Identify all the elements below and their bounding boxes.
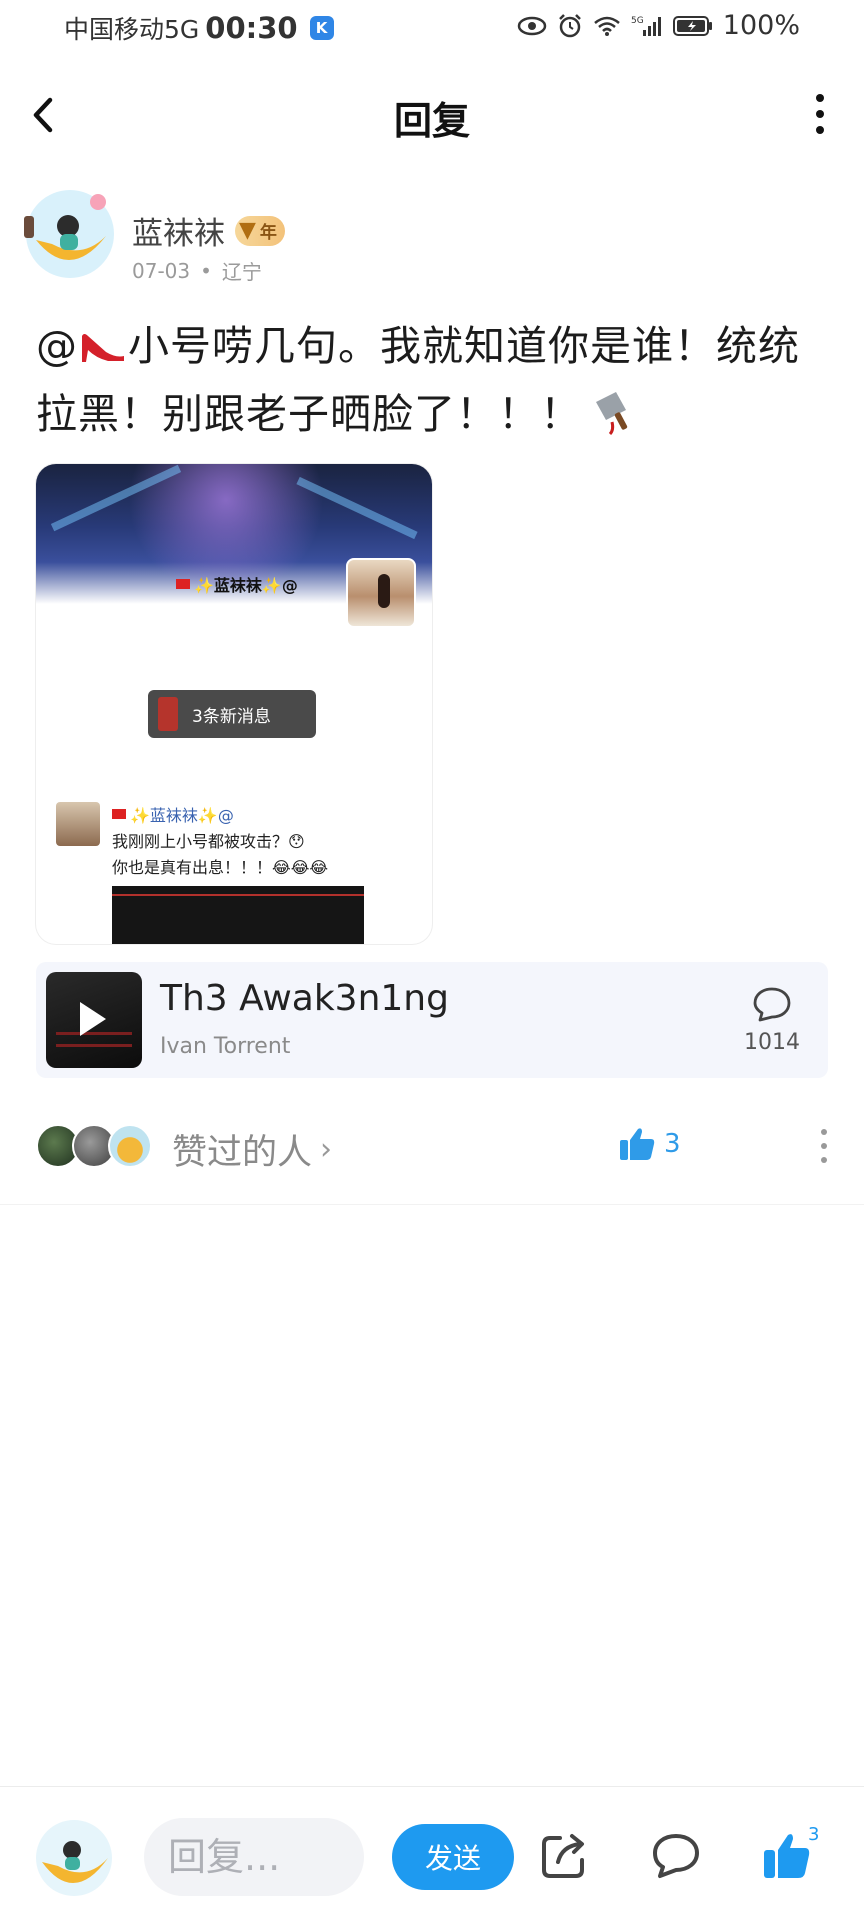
post-image[interactable]: ✨蓝袜袜✨@ 3条新消息 ✨蓝袜袜✨@ 我刚刚上小号都被攻击？😯 你也是真有出息… (36, 464, 432, 944)
image-video-preview (112, 886, 364, 944)
image-chat-line: 你也是真有出息！！！😂😂😂 (112, 858, 329, 877)
author-avatar[interactable] (22, 186, 118, 282)
bottom-action-bar: 发送 3 (0, 1788, 864, 1920)
image-group-title: ✨蓝袜袜✨@ (176, 572, 298, 596)
bottom-bar-divider (0, 1786, 864, 1787)
vip-v-icon: ▼ (239, 218, 256, 243)
post-text: @ 小号唠几句。我就知道你是谁！统统拉黑！别跟老子晒脸了！！！ (36, 312, 836, 448)
thumbs-up-icon[interactable] (760, 1830, 812, 1882)
battery-percent: 100% (722, 10, 800, 41)
play-icon[interactable] (80, 1002, 106, 1036)
section-divider (0, 1204, 864, 1205)
new-messages-label: 3条新消息 (192, 706, 271, 727)
vip-label: 年 (259, 223, 277, 243)
bottom-like-count: 3 (808, 1824, 820, 1845)
vip-badge: ▼ 年 (235, 215, 285, 246)
post-location: 辽宁 (221, 260, 262, 284)
music-comment-count: 1014 (744, 1030, 800, 1055)
post-body: 小号唠几句。我就知道你是谁！统统拉黑！别跟老子晒脸了！！！ (36, 322, 800, 438)
comment-icon[interactable] (650, 1830, 702, 1882)
battery-icon (672, 15, 712, 36)
eye-icon (517, 16, 547, 35)
image-chat-sender: ✨蓝袜袜✨@ (112, 802, 234, 826)
flag-icon (112, 809, 126, 819)
message-icon (158, 697, 178, 731)
more-menu-icon[interactable] (808, 88, 832, 140)
thumbs-up-icon (620, 1128, 655, 1160)
cleaver-emoji-icon (596, 392, 628, 436)
header: 回复 (0, 70, 864, 160)
like-button[interactable]: 3 (618, 1126, 681, 1162)
post-date: 07-03 (132, 258, 191, 283)
likers-link[interactable]: 赞过的人 › (172, 1124, 332, 1175)
image-chat-line: 我刚刚上小号都被攻击？😯 (112, 832, 305, 851)
post-meta: 07-03 • 辽宁 (132, 256, 262, 285)
send-button[interactable]: 发送 (392, 1824, 514, 1890)
carrier-label: 中国移动5G (64, 15, 200, 44)
author-name[interactable]: 蓝袜袜 (132, 208, 225, 253)
status-bar: 中国移动5G 00:30 K 5G 100% (0, 0, 864, 60)
music-comment-button[interactable]: 1014 (744, 986, 800, 1055)
author-name-row: 蓝袜袜 ▼ 年 (132, 208, 285, 253)
signal-icon: 5G (631, 16, 661, 36)
meta-dot: • (200, 258, 212, 283)
mention-at[interactable]: @ (36, 322, 78, 370)
image-chat-sender-name: ✨蓝袜袜✨@ (130, 806, 234, 825)
likes-row: 赞过的人 › 3 (36, 1120, 836, 1174)
music-title: Th3 Awak3n1ng (160, 978, 449, 1019)
music-artist: Ivan Torrent (160, 1034, 291, 1059)
svg-text:5G: 5G (631, 16, 644, 26)
new-messages-pill: 3条新消息 (148, 690, 316, 738)
clock: 00:30 (205, 11, 298, 45)
music-card[interactable]: Th3 Awak3n1ng Ivan Torrent 1014 (36, 962, 828, 1078)
like-count: 3 (664, 1129, 681, 1159)
app-notification-icon: K (309, 16, 334, 40)
liker-avatar[interactable] (108, 1124, 152, 1168)
image-profile-thumbnail (346, 558, 416, 628)
status-left: 中国移动5G 00:30 K (64, 10, 334, 46)
cover-stripe (56, 1044, 132, 1047)
wifi-icon (593, 16, 620, 36)
image-group-name: ✨蓝袜袜✨@ (194, 576, 298, 595)
music-cover (46, 972, 142, 1068)
alarm-icon (558, 13, 581, 37)
reply-input[interactable] (144, 1818, 364, 1896)
high-heel-emoji-icon (82, 334, 124, 362)
chevron-right-icon: › (320, 1132, 333, 1167)
share-icon[interactable] (538, 1830, 590, 1882)
comment-bubble-icon (753, 987, 791, 1022)
post-author: 蓝袜袜 ▼ 年 07-03 • 辽宁 (22, 186, 842, 286)
status-right: 5G 100% (517, 10, 800, 41)
more-vertical-icon[interactable] (818, 1124, 830, 1168)
flag-icon (176, 579, 190, 589)
image-chat-avatar (56, 802, 100, 846)
page-title: 回复 (393, 99, 470, 143)
likers-label: 赞过的人 (172, 1133, 313, 1173)
my-avatar[interactable] (34, 1818, 114, 1898)
